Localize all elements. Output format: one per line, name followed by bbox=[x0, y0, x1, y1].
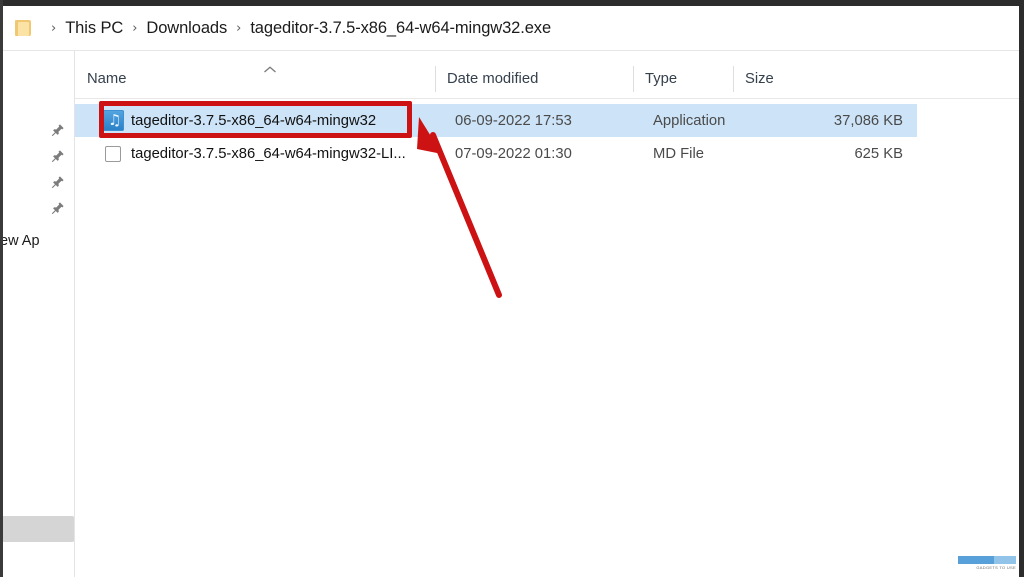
watermark-logo-icon bbox=[958, 556, 1016, 564]
breadcrumb-item-downloads[interactable]: Downloads bbox=[146, 19, 227, 38]
file-size: 37,086 KB bbox=[833, 112, 903, 129]
watermark-text: GADGETS TO USE bbox=[976, 565, 1016, 570]
sidebar-item-desktop[interactable]: op bbox=[3, 117, 75, 143]
navigation-pane[interactable]: ssopadsntsresPreview ApAppitorntssicads bbox=[3, 51, 75, 577]
pin-icon bbox=[51, 149, 65, 163]
sidebar-item-documents[interactable]: nts bbox=[3, 169, 75, 195]
column-header-name[interactable]: Name bbox=[75, 60, 435, 98]
folder-icon bbox=[15, 19, 32, 37]
table-row[interactable]: ♫ tageditor-3.7.5-x86_64-w64-mingw32 06-… bbox=[75, 104, 917, 137]
sidebar-item-photos-app[interactable]: App bbox=[3, 256, 75, 282]
file-date-modified: 07-09-2022 01:30 bbox=[455, 145, 572, 162]
tageditor-app-icon: ♫ bbox=[103, 110, 124, 131]
column-header-size-label: Size bbox=[745, 71, 774, 87]
watermark: GADGETS TO USE bbox=[958, 556, 1016, 573]
sidebar-item-music[interactable]: sic bbox=[3, 488, 75, 514]
file-type: MD File bbox=[653, 145, 704, 162]
breadcrumb-separator-2: › bbox=[236, 20, 242, 36]
sidebar-item-downloads[interactable]: ads bbox=[3, 516, 75, 542]
sidebar-item-label: Preview Ap bbox=[3, 233, 40, 249]
sidebar-item-movies-tv-preview-app[interactable]: Preview Ap bbox=[3, 228, 75, 254]
table-row[interactable]: tageditor-3.7.5-x86_64-w64-mingw32-LI...… bbox=[75, 137, 917, 170]
window-right-edge bbox=[1019, 0, 1024, 577]
breadcrumb-separator-1: › bbox=[132, 20, 138, 36]
sidebar-item-tag-editor[interactable]: itor bbox=[3, 284, 75, 310]
chevron-up-icon bbox=[263, 63, 277, 73]
row-checkbox[interactable] bbox=[105, 146, 121, 162]
column-header-date-modified[interactable]: Date modified bbox=[435, 60, 633, 98]
column-header-size[interactable]: Size bbox=[733, 60, 913, 98]
breadcrumb-item-this-pc[interactable]: This PC bbox=[65, 19, 123, 38]
breadcrumb-item-file[interactable]: tageditor-3.7.5-x86_64-w64-mingw32.exe bbox=[250, 19, 551, 38]
sidebar-item-quick-access[interactable]: ss bbox=[3, 86, 75, 112]
file-size: 625 KB bbox=[854, 145, 903, 162]
pin-icon bbox=[51, 123, 65, 137]
file-name: tageditor-3.7.5-x86_64-w64-mingw32 bbox=[131, 112, 377, 129]
pin-icon bbox=[51, 201, 65, 215]
file-type: Application bbox=[653, 112, 726, 129]
address-bar[interactable]: › This PC › Downloads › tageditor-3.7.5-… bbox=[3, 6, 1019, 51]
sidebar-item-documents[interactable]: nts bbox=[3, 436, 75, 462]
sidebar-item-downloads[interactable]: ads bbox=[3, 143, 75, 169]
column-header-date-modified-label: Date modified bbox=[447, 71, 539, 87]
file-name: tageditor-3.7.5-x86_64-w64-mingw32-LI... bbox=[131, 145, 406, 162]
column-header-type[interactable]: Type bbox=[633, 60, 733, 98]
pin-icon bbox=[51, 175, 65, 189]
file-date-modified: 06-09-2022 17:53 bbox=[455, 112, 572, 129]
column-header-row: Name Date modified Type Size bbox=[75, 60, 1019, 99]
column-header-type-label: Type bbox=[645, 71, 678, 87]
file-list-pane[interactable]: Name Date modified Type Size ♫ tageditor… bbox=[75, 51, 1019, 577]
column-header-name-label: Name bbox=[87, 71, 127, 87]
file-explorer-window: › This PC › Downloads › tageditor-3.7.5-… bbox=[0, 0, 1024, 577]
sidebar-item-pictures[interactable]: res bbox=[3, 195, 75, 221]
breadcrumb-separator-0: › bbox=[51, 20, 57, 36]
